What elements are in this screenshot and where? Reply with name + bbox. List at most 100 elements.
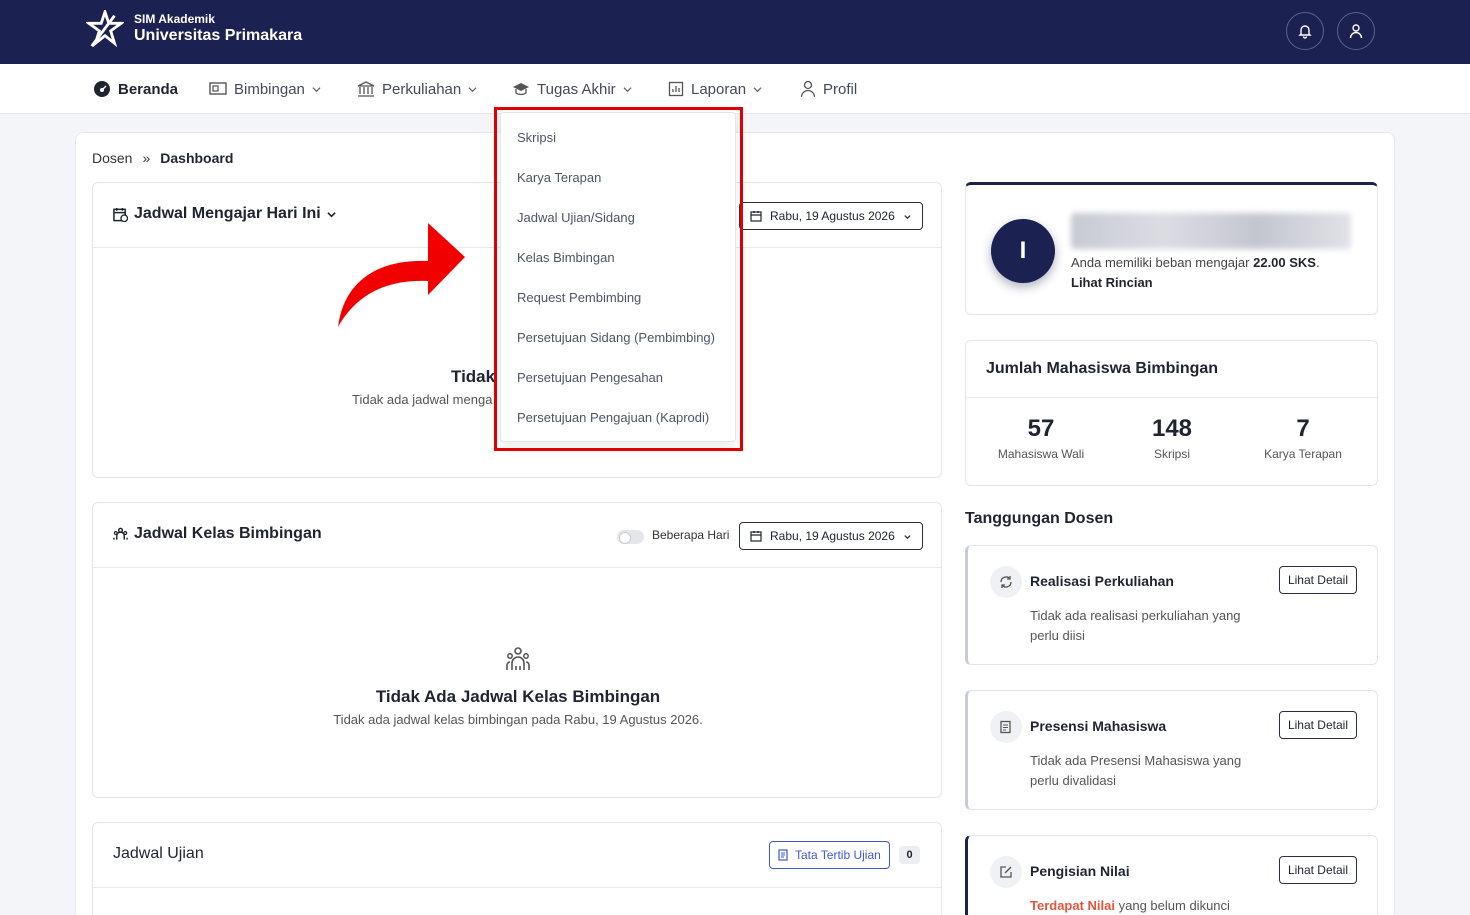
chevron-down-icon [468,86,477,92]
avatar: I [991,219,1055,283]
nav-profil[interactable]: Profil [800,64,857,114]
empty-state-subtitle: Tidak ada jadwal kelas bimbingan pada Ra… [333,712,703,727]
task-card-realisasi: Realisasi Perkuliahan Tidak ada realisas… [965,545,1378,665]
nav-label: Tugas Akhir [537,80,616,98]
stat-label: Skripsi [1153,447,1190,461]
notification-button[interactable] [1286,12,1324,50]
nav-beranda[interactable]: Beranda [93,64,178,114]
profile-card: I Anda memiliki beban mengajar 22.00 SKS… [965,182,1378,315]
user-icon [800,80,816,98]
chevron-down-icon [623,86,632,92]
divider [966,397,1377,398]
card-title-text: Jadwal Mengajar Hari Ini [134,205,321,222]
nav-label: Beranda [118,80,179,98]
empty-state-title: Tidak Ada Jadwal Kelas Bimbingan [375,687,661,706]
task-title: Realisasi Perkuliahan [1030,573,1174,589]
jadwal-ujian-title: Jadwal Ujian [113,845,204,862]
chevron-down-icon [312,86,321,92]
menu-item-persetujuan-pengajuan[interactable]: Persetujuan Pengajuan (Kaprodi) [517,410,709,425]
breadcrumb-current: Dashboard [160,150,234,166]
calendar-clock-icon [113,207,128,222]
chevron-down-icon [904,214,911,219]
date-picker-button[interactable]: Rabu, 19 Agustus 2026 [739,202,923,230]
calendar-icon [750,211,762,222]
load-prefix: Anda memiliki beban mengajar [1071,255,1250,270]
jadwal-kelas-card: Jadwal Kelas Bimbingan Rabu, 19 Agustus … [92,502,942,798]
breadcrumb-separator: » [142,150,151,166]
clipboard-icon [990,711,1022,743]
stat-skripsi: 148 Skripsi [1107,415,1237,461]
dashboard-icon [94,81,110,97]
empty-state-subtitle: Tidak ada jadwal menga [352,392,493,407]
menu-item-skripsi[interactable]: Skripsi [517,130,556,145]
group-icon [506,647,530,670]
tanggungan-title: Tanggungan Dosen [965,510,1114,527]
edit-icon [990,856,1022,888]
stat-mahasiswa-wali: 57 Mahasiswa Wali [976,415,1106,461]
menu-item-karya-terapan[interactable]: Karya Terapan [517,170,601,185]
calendar-icon [750,531,762,542]
document-icon [778,849,788,861]
user-menu-button[interactable] [1337,12,1375,50]
nav-bimbingan[interactable]: Bimbingan [209,64,321,114]
group-icon [113,527,128,540]
nav-laporan[interactable]: Laporan [668,64,762,114]
nav-label: Profil [823,80,858,98]
stat-value: 7 [1296,415,1310,442]
beberapa-hari-toggle[interactable] [617,530,644,544]
user-icon [1349,24,1363,39]
red-arrow-annotation [338,223,465,327]
menu-item-jadwal-ujian[interactable]: Jadwal Ujian/Sidang [517,210,635,225]
date-text: Rabu, 19 Agustus 2026 [770,529,895,543]
stat-karya-terapan: 7 Karya Terapan [1238,415,1368,461]
lihat-rincian-link[interactable]: Lihat Rincian [1071,275,1153,290]
load-value: 22.00 SKS [1253,255,1316,270]
menu-item-request-pembimbing[interactable]: Request Pembimbing [517,290,641,305]
task-card-presensi: Presensi Mahasiswa Tidak ada Presensi Ma… [965,690,1378,810]
menu-item-persetujuan-pengesahan[interactable]: Persetujuan Pengesahan [517,370,663,385]
app-subtitle: SIM Akademik [134,12,215,26]
load-suffix: . [1315,255,1320,270]
chevron-down-icon [753,86,762,92]
date-text: Rabu, 19 Agustus 2026 [770,209,895,223]
nav-label: Perkuliahan [382,80,462,98]
nav-label: Laporan [691,80,747,98]
button-label: Tata Tertib Ujian [795,848,881,862]
main-nav: Beranda Bimbingan Perkuliahan Tugas Akhi… [0,64,1470,114]
lihat-detail-button[interactable]: Lihat Detail [1278,856,1357,884]
top-bar: SIM Akademik Universitas Primakara [0,0,1470,64]
task-body: Tidak ada Presensi Mahasiswa yang perlu … [1030,753,1242,788]
card-title-text: Jadwal Kelas Bimbingan [134,525,322,542]
tata-tertib-button[interactable]: Tata Tertib Ujian [769,841,890,869]
refresh-icon [990,566,1022,598]
date-picker-button[interactable]: Rabu, 19 Agustus 2026 [739,522,923,550]
empty-state-title: Tidak [451,367,496,386]
lihat-detail-button[interactable]: Lihat Detail [1278,566,1357,594]
app-title: Universitas Primakara [134,27,303,44]
nav-label: Bimbingan [234,80,305,98]
menu-item-persetujuan-sidang[interactable]: Persetujuan Sidang (Pembimbing) [517,330,715,345]
stats-title: Jumlah Mahasiswa Bimbingan [986,360,1219,377]
university-logo-icon [86,10,124,48]
task-title: Pengisian Nilai [1030,863,1130,879]
building-icon [357,81,375,97]
brand[interactable]: SIM Akademik Universitas Primakara [86,10,302,48]
stat-label: Karya Terapan [1264,447,1342,461]
bell-icon [1298,25,1312,39]
menu-item-kelas-bimbingan[interactable]: Kelas Bimbingan [517,250,615,265]
teaching-load-text: Anda memiliki beban mengajar 22.00 SKS. [1071,255,1320,270]
task-title: Presensi Mahasiswa [1030,718,1167,734]
chevron-down-icon [904,534,911,539]
nav-tugas-akhir[interactable]: Tugas Akhir [512,64,632,114]
ujian-count-badge: 0 [899,846,920,864]
lihat-detail-button[interactable]: Lihat Detail [1278,711,1357,739]
toggle-label: Beberapa Hari [652,528,730,542]
task-body: Terdapat Nilai yang belum dikunci [1030,896,1260,915]
jadwal-mengajar-title[interactable]: Jadwal Mengajar Hari Ini [113,205,336,223]
blurred-lecturer-name [1071,213,1351,249]
task-body: Tidak ada realisasi perkuliahan yang per… [1030,608,1241,643]
card-header: Jadwal Kelas Bimbingan Rabu, 19 Agustus … [93,503,941,568]
breadcrumb-root[interactable]: Dosen [92,150,132,166]
nav-perkuliahan[interactable]: Perkuliahan [357,64,477,114]
graduation-cap-icon [513,83,529,96]
